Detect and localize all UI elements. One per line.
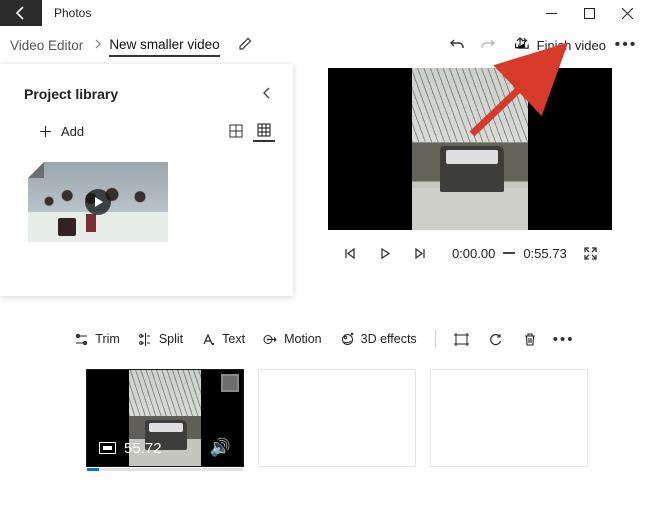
storyboard: 55.72 🔊 — [0, 359, 646, 467]
add-media-button[interactable]: ＋ Add — [38, 121, 84, 142]
rotate-button[interactable] — [484, 332, 508, 347]
main-area: Project library ＋ Add — [0, 64, 646, 309]
breadcrumb-current[interactable]: New smaller video — [109, 33, 219, 57]
fullscreen-button[interactable] — [575, 246, 606, 261]
finish-video-button[interactable]: Finish video — [512, 36, 606, 54]
project-library-panel: Project library ＋ Add — [0, 64, 293, 296]
text-label: Text — [222, 332, 245, 346]
finish-video-label: Finish video — [537, 38, 606, 53]
undo-button[interactable] — [442, 37, 472, 54]
maximize-button[interactable] — [570, 0, 608, 26]
timeline-more-button[interactable]: ••• — [552, 331, 576, 348]
more-button[interactable]: ••• — [612, 36, 640, 54]
next-frame-button[interactable] — [405, 247, 436, 260]
clip-select-handle[interactable] — [221, 374, 239, 392]
titlebar: Photos — [0, 0, 646, 26]
volume-icon[interactable]: 🔊 — [210, 438, 231, 458]
collapse-panel-button[interactable] — [255, 82, 279, 106]
time-separator — [503, 252, 515, 254]
rename-button[interactable] — [238, 36, 253, 54]
3d-effects-label: 3D effects — [361, 332, 417, 346]
close-button[interactable] — [608, 0, 646, 26]
storyboard-clip[interactable]: 55.72 🔊 — [86, 369, 244, 467]
add-label: Add — [61, 124, 84, 139]
timeline-toolbar: Trim Split Text Motion 3D effects ••• — [0, 319, 646, 359]
share-icon — [512, 36, 531, 54]
text-button[interactable]: Text — [197, 330, 249, 349]
breadcrumb-root[interactable]: Video Editor — [10, 34, 83, 57]
duration-icon — [99, 442, 116, 454]
previous-frame-button[interactable] — [334, 247, 365, 260]
delete-button[interactable] — [518, 332, 542, 347]
storyboard-empty-slot[interactable] — [430, 369, 588, 467]
library-clip-thumbnail[interactable] — [28, 162, 168, 242]
clip-playhead[interactable] — [87, 468, 99, 471]
3d-effects-button[interactable]: 3D effects — [336, 330, 421, 349]
trim-button[interactable]: Trim — [70, 330, 124, 349]
toolbar-separator — [435, 330, 436, 348]
chevron-right-icon — [93, 34, 103, 56]
storyboard-empty-slot[interactable] — [258, 369, 416, 467]
motion-label: Motion — [284, 332, 322, 346]
plus-icon: ＋ — [38, 121, 53, 142]
split-button[interactable]: Split — [134, 330, 187, 349]
minimize-button[interactable] — [532, 0, 570, 26]
video-preview[interactable] — [328, 68, 612, 230]
project-library-title: Project library — [24, 86, 255, 102]
resize-button[interactable] — [450, 332, 474, 347]
preview-time-current: 0:00.00 — [452, 246, 495, 261]
trim-label: Trim — [95, 332, 120, 346]
view-small-button[interactable] — [253, 120, 275, 142]
clip-duration: 55.72 — [124, 440, 162, 457]
split-label: Split — [159, 332, 183, 346]
play-button[interactable] — [369, 247, 400, 260]
play-icon — [85, 189, 111, 215]
header-toolbar: Video Editor New smaller video Finish vi… — [0, 26, 646, 64]
redo-button[interactable] — [472, 37, 502, 54]
preview-time-total: 0:55.73 — [523, 246, 566, 261]
preview-area: 0:00.00 0:55.73 — [328, 64, 612, 309]
motion-button[interactable]: Motion — [259, 330, 326, 349]
view-large-button[interactable] — [225, 120, 247, 142]
back-button[interactable] — [0, 0, 42, 26]
app-title: Photos — [54, 6, 91, 20]
